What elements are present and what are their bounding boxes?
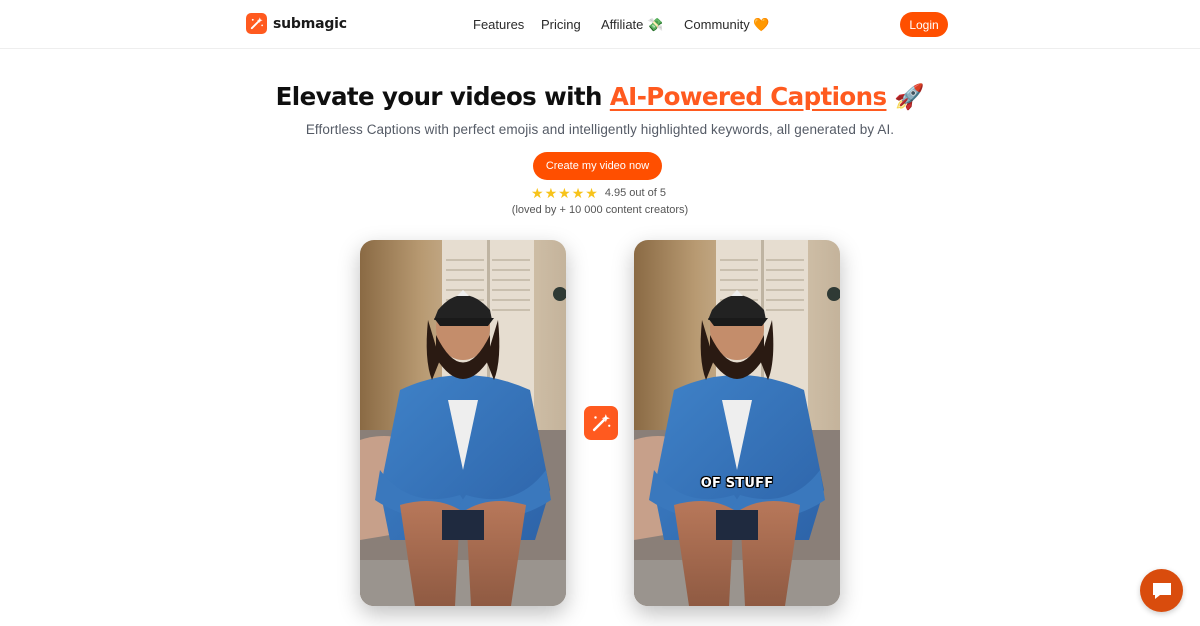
star-icon: ★ <box>585 185 598 201</box>
star-icon: ★ <box>544 185 558 201</box>
video-frame-image <box>634 240 840 606</box>
rating-summary: ★ ★ ★ ★ ★ 4.95 out of 5 <box>531 186 666 200</box>
video-frame-image <box>360 240 566 606</box>
create-video-button[interactable]: Create my video now <box>533 152 662 180</box>
nav-link-pricing[interactable]: Pricing <box>541 17 581 32</box>
nav-link-community[interactable]: Community 🧡 <box>684 17 770 33</box>
nav-link-affiliate[interactable]: Affiliate 💸 <box>601 17 663 33</box>
chat-launcher-button[interactable] <box>1140 569 1183 612</box>
hero-headline: Elevate your videos with AI-Powered Capt… <box>0 82 1200 111</box>
video-preview-before[interactable] <box>360 240 566 606</box>
headline-highlight: AI-Powered Captions <box>609 82 887 111</box>
magic-wand-icon <box>584 406 618 440</box>
video-preview-after[interactable]: OF STUFF <box>634 240 840 606</box>
video-caption: OF STUFF <box>700 476 774 491</box>
star-rating: ★ ★ ★ ★ ★ <box>531 186 598 200</box>
star-icon: ★ <box>571 185 585 201</box>
social-proof-text: (loved by + 10 000 content creators) <box>511 204 689 216</box>
star-icon: ★ <box>558 185 571 201</box>
hero-subtitle: Effortless Captions with perfect emojis … <box>305 122 895 137</box>
main-nav: Features Pricing Affiliate 💸 Community 🧡 <box>0 17 1200 33</box>
login-button[interactable]: Login <box>900 12 948 37</box>
top-navigation-bar: submagic Features Pricing Affiliate 💸 Co… <box>0 0 1200 49</box>
rating-text: 4.95 out of 5 <box>604 187 666 199</box>
chat-bubble-icon <box>1152 582 1171 599</box>
star-icon: ★ <box>531 185 544 201</box>
nav-link-features[interactable]: Features <box>473 17 524 32</box>
rocket-emoji: 🚀 <box>886 82 925 111</box>
headline-prefix: Elevate your videos with <box>275 82 610 111</box>
